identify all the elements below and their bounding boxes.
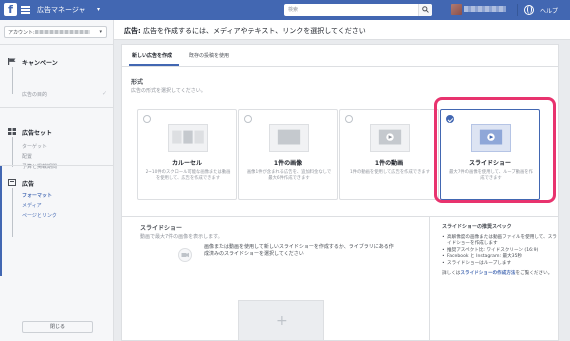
search-button[interactable] xyxy=(418,4,432,16)
help-link[interactable]: ヘルプ xyxy=(540,6,558,15)
card-title: 1件の動画 xyxy=(374,160,404,167)
page-title: 広告: 広告を作成するには、メディアやテキスト、リンクを選択してください xyxy=(124,27,366,35)
format-subtitle: 広告の形式を選択してください。 xyxy=(131,88,206,94)
tab-create-new[interactable]: 新しい広告を作成 xyxy=(132,52,172,59)
section-campaign[interactable]: キャンペーン xyxy=(22,58,58,67)
sidebar-item-format[interactable]: フォーマット xyxy=(22,192,52,199)
format-card-single-video[interactable]: 1件の動画 1件の動画を使用して広告を作成できます xyxy=(339,109,439,200)
check-icon: ✓ xyxy=(102,90,108,97)
avatar[interactable] xyxy=(451,4,462,15)
radio-button[interactable] xyxy=(244,115,252,123)
chevron-down-icon: ▾ xyxy=(99,29,102,35)
search-input[interactable]: 検索 xyxy=(284,4,432,16)
divider xyxy=(0,165,113,166)
section-adset[interactable]: 広告セット xyxy=(22,128,52,137)
sidebar-item-media[interactable]: メディア xyxy=(22,202,42,209)
recommended-specs: スライドショーの推奨スペック 高解像度の画像または動画ファイルを使用して、スライ… xyxy=(442,224,557,278)
globe-icon[interactable] xyxy=(524,5,534,15)
sidebar-item-page-link[interactable]: ページとリンク xyxy=(22,212,57,219)
card-description: 2~10件のスクロール可能な画像または動画を使用して、広告を作成できます xyxy=(145,170,231,181)
sidebar-item-target[interactable]: ターゲット xyxy=(22,143,47,150)
slideshow-title: スライドショー xyxy=(140,225,183,232)
tab-use-existing[interactable]: 既存の投稿を使用 xyxy=(189,52,229,59)
tree-line xyxy=(12,188,13,237)
card-description: 1件の動画を使用して広告を作成できます xyxy=(350,170,430,175)
tab-active-underline xyxy=(129,64,179,66)
card-title: 1件の画像 xyxy=(273,160,303,167)
divider xyxy=(0,107,113,108)
image-icon xyxy=(269,124,309,152)
tree-line xyxy=(12,137,13,167)
facebook-logo[interactable]: f xyxy=(4,3,17,16)
plus-icon: + xyxy=(276,313,288,329)
radio-button[interactable] xyxy=(143,115,151,123)
divider xyxy=(122,216,558,217)
video-icon xyxy=(370,124,410,152)
search-icon xyxy=(422,6,429,13)
divider xyxy=(517,4,518,16)
specs-title: スライドショーの推奨スペック xyxy=(442,224,512,230)
chevron-down-icon[interactable]: ▾ xyxy=(97,6,100,13)
radio-button[interactable] xyxy=(345,115,353,123)
learn-more-text: 詳しくはスライドショーの作成方法をご覧ください。 xyxy=(442,271,553,276)
list-item: 高解像度の画像または動画ファイルを使用して、スライドショーを作成します xyxy=(442,235,557,248)
slideshow-howto-link[interactable]: スライドショーの作成方法 xyxy=(460,271,515,276)
add-slideshow-button[interactable]: + xyxy=(238,300,324,341)
close-button[interactable]: 閉じる xyxy=(22,321,93,333)
tree-line xyxy=(12,67,13,94)
tab-bar: 新しい広告を作成 既存の投稿を使用 xyxy=(122,45,558,67)
format-title: 形式 xyxy=(131,79,144,86)
sidebar-item-placement[interactable]: 配置 xyxy=(22,153,32,160)
active-indicator xyxy=(0,166,2,276)
specs-list: 高解像度の画像または動画ファイルを使用して、スライドショーを作成します 推奨アス… xyxy=(442,235,557,268)
top-bar: f 広告マネージャ ▾ 検索 ヘルプ xyxy=(0,0,570,20)
flag-icon xyxy=(8,58,16,65)
search-placeholder: 検索 xyxy=(288,7,299,13)
list-item: スライドショーはループします xyxy=(442,261,557,268)
account-selector[interactable]: アカウント: ▾ xyxy=(4,26,107,38)
card-description: 画像1件が含まれる広告を、追加料金なしで最大6件作成できます xyxy=(246,170,332,181)
divider xyxy=(429,217,430,341)
grid-icon xyxy=(8,128,16,135)
ad-icon xyxy=(8,179,16,186)
upload-instructions: 画像または動画を使用して新しいスライドショーを作成するか、ライブラリにある作成済… xyxy=(204,244,394,257)
format-card-carousel[interactable]: カルーセル 2~10件のスクロール可能な画像または動画を使用して、広告を作成でき… xyxy=(137,109,237,200)
menu-icon[interactable] xyxy=(21,6,30,14)
main-header: 広告: 広告を作成するには、メディアやテキスト、リンクを選択してください xyxy=(114,20,570,40)
format-card-single-image[interactable]: 1件の画像 画像1件が含まれる広告を、追加料金なしで最大6件作成できます xyxy=(238,109,338,200)
divider xyxy=(0,44,113,45)
sidebar: アカウント: ▾ キャンペーン 広告の目的 ✓ 広告セット ターゲット 配置 予… xyxy=(0,20,114,341)
account-label: アカウント: xyxy=(8,30,35,36)
section-ad[interactable]: 広告 xyxy=(22,179,34,188)
username-redacted[interactable] xyxy=(464,6,506,12)
slideshow-subtitle: 動画で最大7件の画像を表示します。 xyxy=(140,234,223,240)
video-camera-icon xyxy=(178,248,192,262)
carousel-icon xyxy=(168,124,208,152)
account-name-redacted xyxy=(35,30,90,34)
app-title[interactable]: 広告マネージャ xyxy=(37,5,86,15)
highlight-annotation xyxy=(434,97,556,203)
sidebar-item-objective[interactable]: 広告の目的 xyxy=(22,91,47,98)
card-title: カルーセル xyxy=(171,160,202,167)
